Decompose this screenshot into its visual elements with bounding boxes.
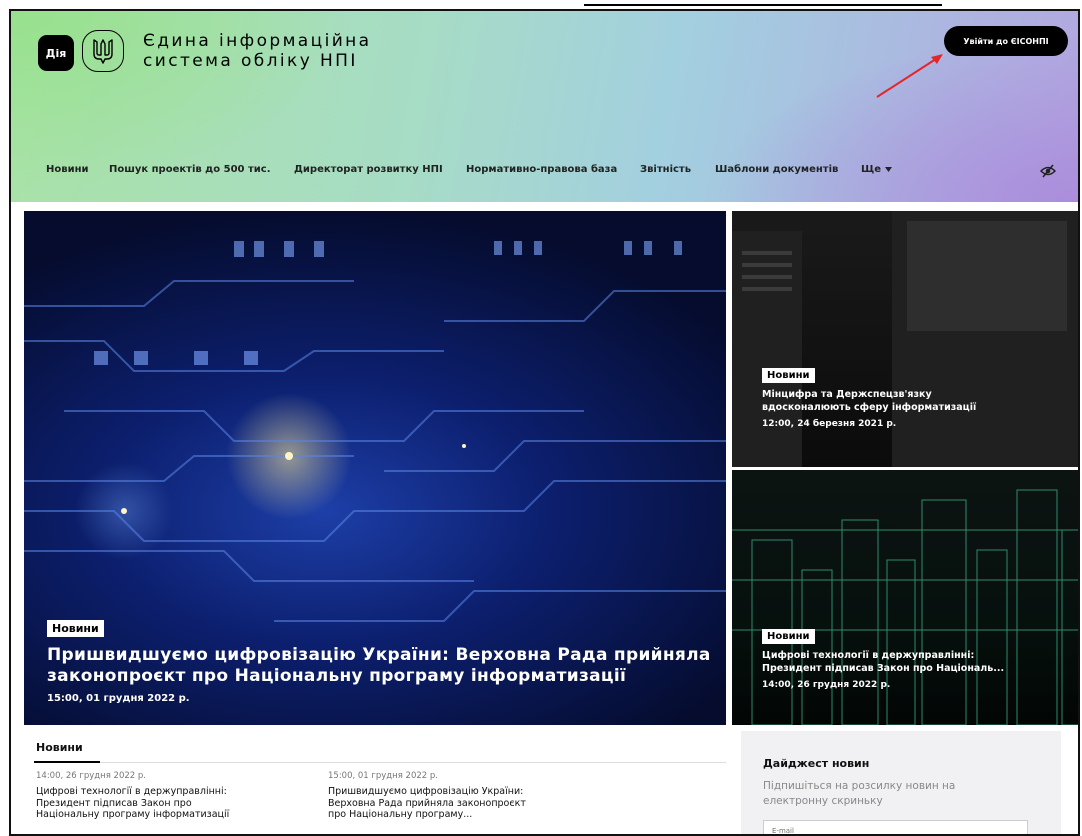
visually-impaired-icon[interactable]	[1040, 163, 1056, 179]
news-item-1-date: 14:00, 26 грудня 2022 р.	[36, 771, 146, 781]
hero-main-title[interactable]: Пришвидшуємо цифровізацію України: Верхо…	[47, 645, 717, 687]
digest-description: Підпишіться на розсилку новин на електро…	[763, 779, 1033, 809]
diia-logo[interactable]: Дія	[38, 35, 74, 71]
page-frame: Дія Єдина інформаційна система обліку НП…	[9, 9, 1080, 836]
hero-main-caption: Новини Пришвидшуємо цифровізацію України…	[47, 617, 717, 704]
hero-main-title-line1: Пришвидшуємо цифровізацію України: Верхо…	[47, 645, 711, 665]
news-item-1-line3: Національну програму інформатизації	[36, 809, 230, 820]
nav-item-reporting[interactable]: Звітність	[640, 164, 691, 175]
hero-main-badge[interactable]: Новини	[47, 620, 104, 637]
news-tab[interactable]: Новини	[36, 741, 83, 754]
login-button[interactable]: Увійти до ЄІСОНПІ	[944, 26, 1068, 56]
news-divider	[34, 762, 726, 763]
diia-logo-text: Дія	[45, 46, 67, 60]
hero-side-1-title-line1: Мінцифра та Держспецзв'язку	[762, 389, 932, 400]
trident-icon-svg	[93, 39, 113, 64]
top-strip	[0, 0, 1082, 8]
hero-side-card-1[interactable]: Новини Мінцифра та Держспецзв'язку вдоск…	[732, 211, 1078, 467]
cut-underline	[584, 4, 942, 6]
news-item-2-date: 15:00, 01 грудня 2022 р.	[328, 771, 438, 781]
news-item-2-headline: Пришвидшуємо цифровізацію України: Верхо…	[328, 786, 598, 821]
news-item-1-headline: Цифрові технології в держуправлінні: Пре…	[36, 786, 306, 821]
nav-more-label: Ще	[861, 164, 882, 175]
nav-item-legal-base[interactable]: Нормативно-правова база	[466, 164, 617, 175]
news-list-item-1[interactable]: 14:00, 26 грудня 2022 р. Цифрові техноло…	[36, 771, 306, 821]
hero-side-1-title[interactable]: Мінцифра та Держспецзв'язку вдосконалюют…	[762, 388, 1072, 414]
site-title-line1: Єдина інформаційна	[143, 31, 372, 51]
news-item-1-line1: Цифрові технології в держуправлінні:	[36, 786, 227, 797]
news-tab-underline	[34, 761, 100, 763]
main-nav: Новини Пошук проектів до 500 тис. Директ…	[11, 160, 1078, 184]
news-item-2-line2: Верховна Рада прийняла законопроєкт	[328, 797, 526, 809]
news-list-item-2[interactable]: 15:00, 01 грудня 2022 р. Пришвидшуємо ци…	[328, 771, 598, 821]
hero-side-1-time: 12:00, 24 березня 2021 р.	[762, 419, 897, 429]
caret-down-icon	[885, 167, 893, 172]
site-header: Дія Єдина інформаційна система обліку НП…	[11, 11, 1078, 202]
site-title[interactable]: Єдина інформаційна система обліку НПІ	[143, 31, 372, 71]
hero-side-2-title[interactable]: Цифрові технології в держуправлінні: Пре…	[762, 649, 1072, 675]
hero-side-2-badge[interactable]: Новини	[762, 629, 815, 644]
hero-main-title-line2: законопроєкт про Національну програму ін…	[47, 666, 627, 686]
news-digest-panel: Дайджест новин Підпишіться на розсилку н…	[741, 731, 1061, 834]
annotation-arrow-icon	[876, 54, 943, 98]
nav-item-directorate[interactable]: Директорат розвитку НПІ	[294, 164, 443, 175]
hero-side-2-title-line1: Цифрові технології в держуправлінні:	[762, 650, 975, 661]
hero-side-1-caption: Новини Мінцифра та Держспецзв'язку вдоск…	[762, 363, 1072, 429]
nav-item-news[interactable]: Новини	[46, 164, 89, 175]
site-title-line2: система обліку НПІ	[143, 51, 358, 71]
hero-side-2-title-line2: Президент підписав Закон про Національ..…	[762, 663, 1005, 674]
trident-icon[interactable]	[82, 30, 124, 72]
news-item-2-line3: про Національну програму...	[328, 809, 473, 820]
news-item-2-line1: Пришвидшуємо цифровізацію України:	[328, 786, 524, 797]
email-field[interactable]	[763, 820, 1028, 834]
hero-side-2-caption: Новини Цифрові технології в держуправлін…	[762, 624, 1072, 690]
hero-side-2-time: 14:00, 26 грудня 2022 р.	[762, 680, 891, 690]
news-item-1-line2: Президент підписав Закон про	[36, 797, 192, 809]
hero-main-card[interactable]: Новини Пришвидшуємо цифровізацію України…	[24, 211, 726, 725]
hero-main-time: 15:00, 01 грудня 2022 р.	[47, 693, 190, 704]
hero-side-card-2[interactable]: Новини Цифрові технології в держуправлін…	[732, 470, 1078, 725]
nav-item-more[interactable]: Ще	[861, 164, 893, 175]
digest-description-line1: Підпишіться на розсилку новин на	[763, 780, 956, 792]
hero-side-1-title-line2: вдосконалюють сферу інформатизації	[762, 402, 977, 413]
hero-side-1-badge[interactable]: Новини	[762, 368, 815, 383]
nav-item-project-search[interactable]: Пошук проектів до 500 тис.	[109, 164, 271, 175]
digest-title: Дайджест новин	[763, 757, 870, 770]
nav-item-templates[interactable]: Шаблони документів	[715, 164, 838, 175]
digest-description-line2: електронну скриньку	[763, 795, 883, 807]
